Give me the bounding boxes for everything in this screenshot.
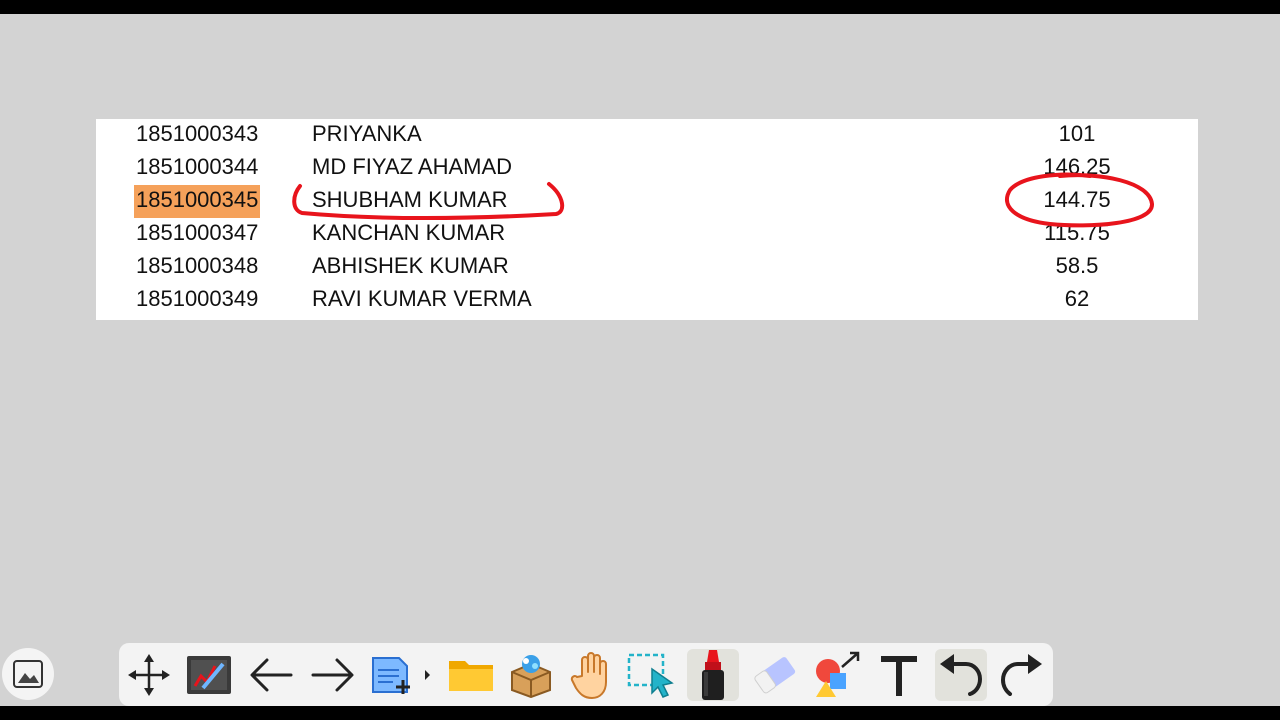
score: 58.5 [1055,253,1099,278]
table-row: 1851000349 RAVI KUMAR VERMA 62 [96,284,1198,317]
student-name: KANCHAN KUMAR [312,220,506,245]
new-page-icon[interactable] [369,649,433,701]
score: 115.75 [1044,220,1110,245]
score: 144.75 [1043,187,1111,212]
ink-annotations [292,172,1155,228]
roll-number-highlighted: 1851000345 [134,185,261,218]
text-icon[interactable] [873,649,925,701]
results-sheet: 1851000343 PRIYANKA 101 1851000344 MD FI… [96,119,1198,320]
table-row: 1851000345 SHUBHAM KUMAR 144.75 [96,185,1198,218]
image-gallery-icon[interactable] [2,648,54,700]
roll-number: 1851000343 [136,121,259,146]
table-row: 1851000348 ABHISHEK KUMAR 58.5 [96,251,1198,284]
student-name: SHUBHAM KUMAR [312,187,508,212]
select-icon[interactable] [625,649,677,701]
resource-box-icon[interactable] [505,649,557,701]
whiteboard-pen-icon[interactable] [183,649,235,701]
table-row: 1851000343 PRIYANKA 101 [96,119,1198,152]
table-row: 1851000344 MD FIYAZ AHAMAD 146.25 [96,152,1198,185]
bottom-letterbox [0,706,1280,720]
student-name: MD FIYAZ AHAMAD [312,154,513,179]
student-name: RAVI KUMAR VERMA [312,286,532,311]
eraser-icon[interactable] [749,649,801,701]
whiteboard-toolbar [119,643,1053,706]
shapes-icon[interactable] [811,649,863,701]
student-name: ABHISHEK KUMAR [312,253,509,278]
arrow-left-icon[interactable] [245,649,297,701]
arrow-right-icon[interactable] [307,649,359,701]
student-name: PRIYANKA [312,121,422,146]
hand-icon[interactable] [565,649,617,701]
top-letterbox [0,0,1280,14]
table-row: 1851000347 KANCHAN KUMAR 115.75 [96,218,1198,251]
roll-number: 1851000348 [136,253,259,278]
roll-number: 1851000347 [136,220,259,245]
redo-icon[interactable] [995,649,1047,701]
marker-icon[interactable] [687,649,739,701]
score: 101 [1058,121,1096,146]
score: 62 [1064,286,1090,311]
undo-icon[interactable] [935,649,987,701]
folder-icon[interactable] [445,649,497,701]
roll-number: 1851000349 [136,286,259,311]
score: 146.25 [1043,154,1111,179]
move-icon[interactable] [123,649,175,701]
roll-number: 1851000344 [136,154,259,179]
